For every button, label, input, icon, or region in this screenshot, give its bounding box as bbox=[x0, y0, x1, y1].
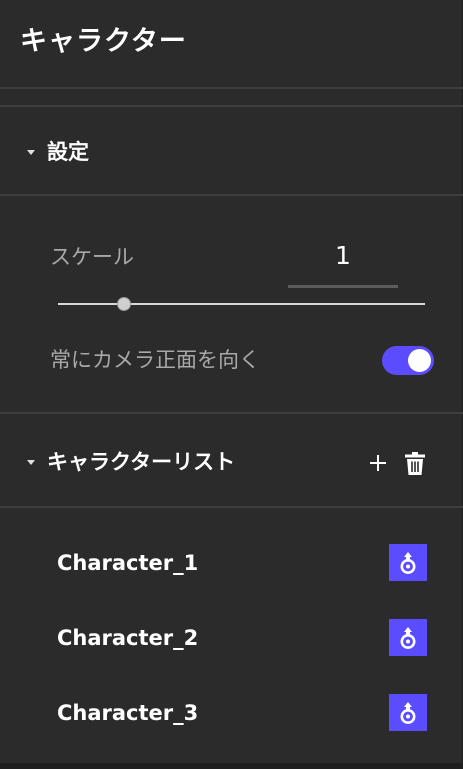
scale-input-underline bbox=[288, 285, 398, 288]
character-list-section-title: キャラクターリスト bbox=[47, 450, 236, 474]
header-divider-bottom bbox=[0, 105, 463, 107]
scale-slider-track[interactable] bbox=[58, 303, 425, 305]
scale-input[interactable]: 1 bbox=[288, 240, 398, 272]
character-list-section-header[interactable]: キャラクターリスト bbox=[0, 432, 463, 492]
delete-character-button[interactable] bbox=[403, 450, 427, 476]
pin-location-icon bbox=[400, 626, 416, 649]
settings-section-title: 設定 bbox=[47, 140, 89, 164]
character-name: Character_1 bbox=[57, 551, 199, 575]
face-camera-toggle[interactable] bbox=[382, 346, 434, 375]
character-locate-button[interactable] bbox=[389, 544, 427, 581]
settings-section-header[interactable]: 設定 bbox=[0, 122, 463, 182]
scale-slider-thumb[interactable] bbox=[117, 297, 132, 311]
character-locate-button[interactable] bbox=[389, 694, 427, 731]
face-camera-label: 常にカメラ正面を向く bbox=[50, 348, 260, 372]
settings-divider bbox=[0, 194, 463, 196]
panel-title: キャラクター bbox=[20, 26, 187, 57]
pin-location-icon bbox=[400, 701, 416, 724]
character-list-divider-top bbox=[0, 412, 463, 414]
character-panel: キャラクター 設定 スケール 1 常にカメラ正面を向く キャラクターリスト Ch… bbox=[0, 0, 463, 769]
header-divider-top bbox=[0, 87, 463, 89]
character-name: Character_2 bbox=[57, 626, 199, 650]
toggle-knob bbox=[408, 349, 431, 372]
pin-location-icon bbox=[400, 551, 416, 574]
add-character-button[interactable] bbox=[366, 451, 390, 475]
character-locate-button[interactable] bbox=[389, 619, 427, 656]
character-list-divider-bottom bbox=[0, 506, 463, 508]
character-name: Character_3 bbox=[57, 701, 199, 725]
caret-down-icon[interactable] bbox=[27, 459, 35, 465]
scale-label: スケール bbox=[50, 245, 134, 269]
caret-down-icon[interactable] bbox=[27, 149, 35, 155]
plus-icon bbox=[370, 455, 386, 471]
trash-icon bbox=[405, 451, 425, 475]
bottom-edge bbox=[0, 763, 463, 769]
